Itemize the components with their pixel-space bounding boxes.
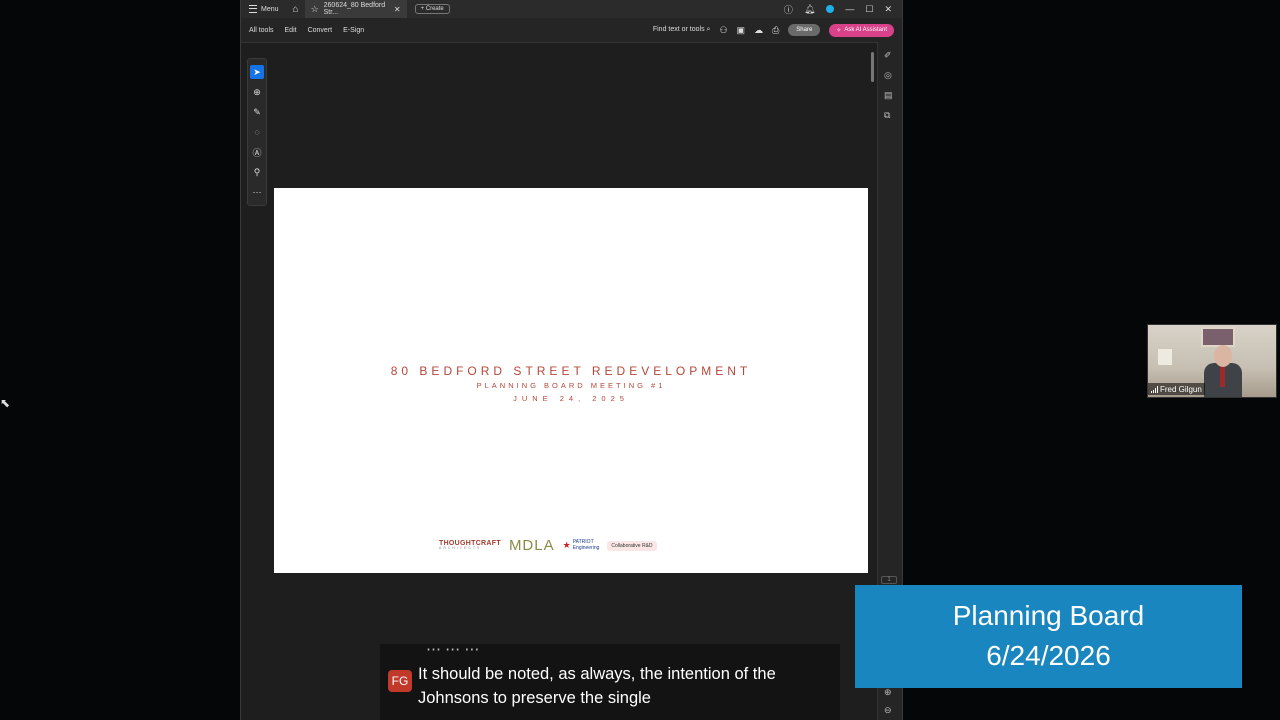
main-toolbar: All tools Edit Convert E-Sign Find text … bbox=[241, 18, 902, 43]
quick-tools-rail: ➤ ⊕ ✎ ◌ Ⓐ ⚲ ⋯ bbox=[247, 58, 267, 206]
signal-bars-icon bbox=[1151, 385, 1158, 393]
edit-pdf-icon[interactable]: ✐ bbox=[884, 50, 892, 61]
organize-pages-icon[interactable]: ▤ bbox=[884, 90, 893, 101]
close-tab-icon[interactable]: ✕ bbox=[394, 5, 401, 14]
more-tools-icon[interactable]: ⋯ bbox=[250, 185, 264, 199]
text-box-icon[interactable]: Ⓐ bbox=[250, 145, 264, 159]
caption-previous-line-cutoff: ⋯ ⋯ ⋯ bbox=[426, 641, 480, 652]
speaker-avatar: FG bbox=[388, 670, 412, 692]
patriot-star-icon: ★ bbox=[562, 539, 571, 550]
select-cursor-icon[interactable]: ➤ bbox=[250, 65, 264, 79]
zoom-out-icon[interactable]: ⊖ bbox=[884, 705, 892, 716]
home-icon[interactable]: ⌂ bbox=[287, 4, 305, 15]
upload-cloud-icon[interactable]: ☁ bbox=[754, 25, 763, 36]
patriot-logo: ★ PATRIOT Engineering bbox=[562, 539, 600, 551]
highlight-pen-icon[interactable]: ✎ bbox=[250, 105, 264, 119]
close-window-icon[interactable]: ✕ bbox=[884, 4, 892, 15]
document-tab[interactable]: ☆ 260624_80 Bedford Str... ✕ bbox=[304, 0, 407, 18]
lamp-shade bbox=[1158, 349, 1172, 365]
mdla-logo: MDLA bbox=[508, 537, 555, 554]
participant-tie bbox=[1220, 365, 1225, 387]
draw-lasso-icon[interactable]: ◌ bbox=[250, 125, 264, 139]
caption-line-2: Johnsons to preserve the single bbox=[418, 689, 651, 707]
patriot-line2: Engineering bbox=[572, 544, 600, 551]
zoom-in-icon[interactable]: ⊕ bbox=[884, 687, 892, 698]
title-bar: Menu ⌂ ☆ 260624_80 Bedford Str... ✕ + Cr… bbox=[241, 0, 902, 18]
slide-subtitle: PLANNING BOARD MEETING #1 bbox=[476, 381, 666, 390]
live-caption-box: ⋯ ⋯ ⋯ FG It should be noted, as always, … bbox=[380, 641, 840, 720]
toolbar-all-tools[interactable]: All tools bbox=[249, 27, 274, 34]
star-icon[interactable]: ☆ bbox=[311, 4, 319, 15]
sparkle-icon: ✧ bbox=[836, 27, 842, 34]
create-label: Create bbox=[425, 6, 444, 12]
toolbar-esign[interactable]: E-Sign bbox=[343, 27, 364, 34]
ai-chat-icon[interactable]: ⚇ bbox=[719, 25, 727, 36]
slide-title: 80 BEDFORD STREET REDEVELOPMENT bbox=[390, 364, 752, 378]
participant-name: Fred Gilgun bbox=[1160, 384, 1202, 394]
help-icon[interactable]: ⓘ bbox=[784, 3, 793, 16]
copy-pages-icon[interactable]: ⧉ bbox=[884, 110, 890, 121]
maximize-icon[interactable]: ☐ bbox=[865, 4, 873, 15]
tab-title: 260624_80 Bedford Str... bbox=[323, 2, 386, 16]
thoughtcraft-sub: ARCHITECTS bbox=[439, 546, 482, 551]
menu-label: Menu bbox=[261, 5, 279, 13]
thoughtcraft-logo: THOUGHTCRAFT ARCHITECTS bbox=[439, 540, 501, 551]
toolbar-edit[interactable]: Edit bbox=[285, 27, 297, 34]
zoom-tool-icon[interactable]: ⊕ bbox=[250, 85, 264, 99]
pdf-page: 80 BEDFORD STREET REDEVELOPMENT PLANNING… bbox=[274, 188, 868, 573]
search-icon: ⌕ bbox=[706, 26, 711, 33]
bell-icon[interactable]: 🔔︎ bbox=[804, 4, 815, 15]
vertical-scrollbar[interactable] bbox=[871, 52, 874, 82]
lower-third-title: Planning Board bbox=[952, 600, 1145, 631]
find-tools-button[interactable]: Find text or tools ⌕ bbox=[653, 26, 711, 34]
print-icon[interactable]: ⎙ bbox=[772, 25, 779, 36]
menu-button[interactable]: Menu bbox=[241, 5, 287, 13]
slide-date: JUNE 24, 2025 bbox=[513, 394, 629, 403]
ai-label: Ask AI Assistant bbox=[844, 27, 887, 33]
find-label: Find text or tools bbox=[652, 26, 705, 33]
wall-picture bbox=[1201, 327, 1235, 347]
share-button[interactable]: Share bbox=[788, 24, 821, 36]
sponsor-logos: THOUGHTCRAFT ARCHITECTS MDLA ★ PATRIOT Engi… bbox=[439, 537, 657, 554]
caption-line-1: It should be noted, as always, the inten… bbox=[418, 665, 776, 683]
minimize-icon[interactable]: — bbox=[845, 4, 854, 14]
account-avatar-icon[interactable] bbox=[826, 5, 835, 13]
window-controls: ⓘ 🔔︎ — ☐ ✕ bbox=[784, 3, 902, 16]
save-icon[interactable]: ▣ bbox=[737, 25, 746, 36]
create-button[interactable]: + Create bbox=[414, 4, 450, 14]
participant-head bbox=[1214, 345, 1232, 367]
stamp-icon[interactable]: ⚲ bbox=[250, 165, 264, 179]
planning-board-lower-third: Planning Board 6/24/2026 bbox=[855, 585, 1242, 688]
mouse-cursor-icon: ⬉ bbox=[0, 396, 11, 410]
collaborative-logo: Collaborative R&D bbox=[607, 540, 657, 551]
current-page-number[interactable]: 1 bbox=[881, 576, 897, 584]
ask-ai-assistant-button[interactable]: ✧ Ask AI Assistant bbox=[829, 23, 894, 37]
hamburger-icon bbox=[249, 5, 257, 13]
participant-name-tag: Fred Gilgun bbox=[1148, 383, 1205, 395]
toolbar-convert[interactable]: Convert bbox=[308, 27, 333, 34]
lower-third-date: 6/24/2026 bbox=[986, 640, 1111, 671]
participant-video-tile[interactable]: Fred Gilgun bbox=[1147, 324, 1277, 398]
comment-icon[interactable]: ◎ bbox=[884, 70, 892, 81]
acrobat-window: Menu ⌂ ☆ 260624_80 Bedford Str... ✕ + Cr… bbox=[240, 0, 903, 720]
